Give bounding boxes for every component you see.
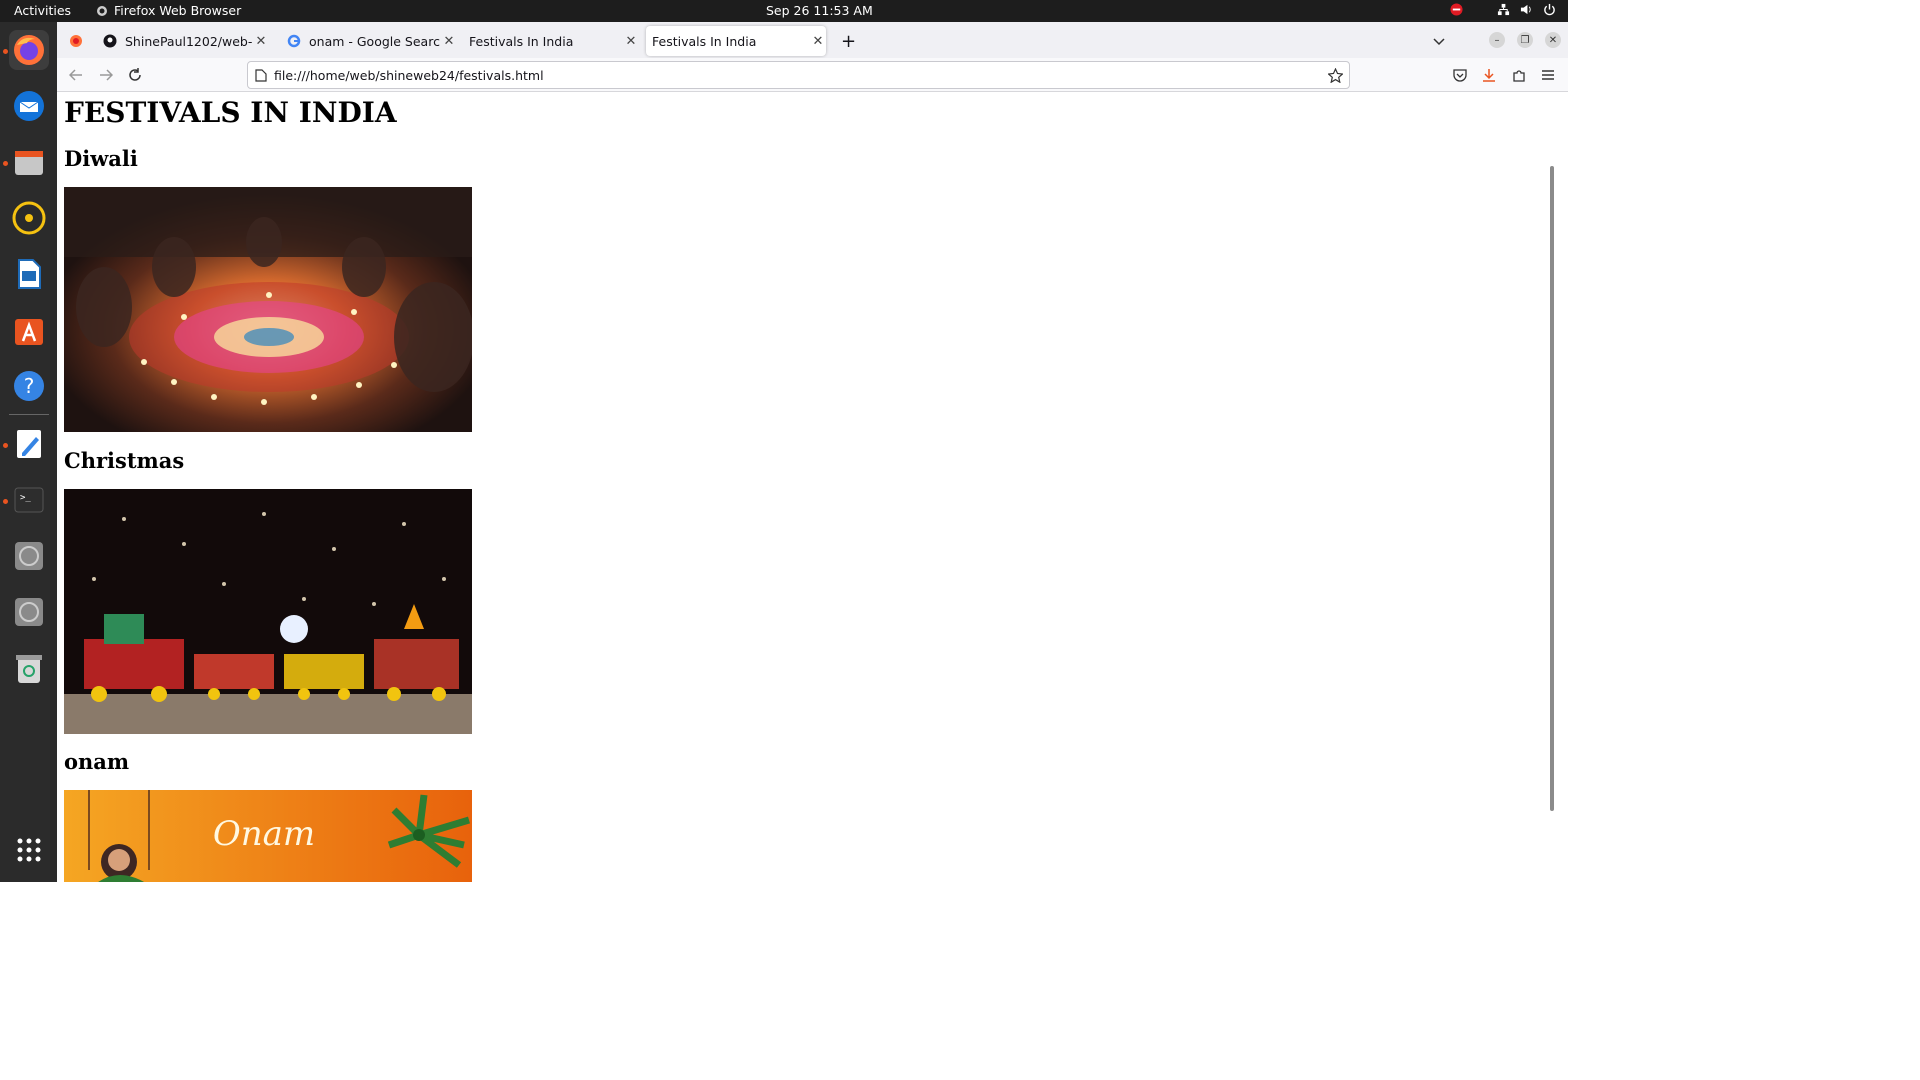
app-grid-icon [17,838,41,862]
section-heading-diwali: Diwali [64,146,138,171]
activities-button[interactable]: Activities [14,3,71,18]
writer-icon [18,259,41,289]
pocket-icon [1453,69,1467,82]
tab-title: Festivals In India [652,33,757,49]
system-tray[interactable] [1450,3,1556,16]
download-icon [1483,69,1495,82]
firefox-window: ShinePaul1202/web-prog ✕ onam - Google S… [57,22,1568,882]
reload-icon [129,68,141,81]
chevron-down-icon [1433,38,1445,46]
tab-google[interactable]: onam - Google Search ✕ [281,26,457,56]
onam-banner-text: Onam [213,814,315,854]
rhythmbox-icon [12,201,46,235]
downloads-button[interactable] [1479,65,1499,85]
navigation-toolbar: file:///home/web/shineweb24/festivals.ht… [57,58,1568,92]
page-scrollbar[interactable] [1550,166,1554,811]
hamburger-icon [1542,70,1554,80]
dock-rhythmbox[interactable] [9,198,49,238]
bookmark-star-icon[interactable] [1328,68,1343,83]
pocket-button[interactable] [1450,65,1470,85]
disc-icon [15,542,43,570]
dock-thunderbird[interactable] [9,86,49,126]
dock: ? >_ [0,22,57,882]
do-not-disturb-icon[interactable] [1450,3,1463,16]
puzzle-icon [1513,70,1525,82]
reload-button[interactable] [125,65,145,85]
section-heading-onam: onam [64,749,130,774]
back-arrow-icon [69,69,82,81]
show-apps-button[interactable] [9,830,49,870]
svg-text:>_: >_ [20,493,31,503]
forward-arrow-icon [100,69,113,81]
close-icon[interactable]: ✕ [253,34,269,49]
dock-disc-1[interactable] [9,536,49,576]
terminal-icon: >_ [14,487,44,513]
onam-image: Onam [64,790,472,882]
github-icon [103,34,117,48]
dock-terminal[interactable]: >_ [9,480,49,520]
menu-button[interactable] [1538,65,1558,85]
close-icon[interactable]: ✕ [441,34,457,49]
diwali-image [64,187,472,432]
list-all-tabs-button[interactable] [1427,26,1447,56]
url-text[interactable]: file:///home/web/shineweb24/festivals.ht… [274,68,544,83]
app-menu[interactable]: Firefox Web Browser [96,3,241,18]
app-center-icon [15,319,43,345]
dock-trash[interactable] [9,648,49,688]
christmas-image [64,489,472,734]
url-bar[interactable]: file:///home/web/shineweb24/festivals.ht… [247,61,1350,89]
page-icon [255,69,267,82]
trash-icon [16,655,42,683]
page-content: FESTIVALS IN INDIA Diwali Christmas onam… [57,92,1557,882]
page-title: FESTIVALS IN INDIA [64,96,397,129]
dock-text-editor[interactable] [9,424,49,464]
forward-button[interactable] [96,65,116,85]
close-window-button[interactable]: ✕ [1545,32,1561,48]
extensions-button[interactable] [1509,65,1529,85]
thunderbird-icon [14,91,44,121]
dock-files[interactable] [9,142,49,182]
new-tab-button[interactable]: + [835,26,859,56]
dock-writer[interactable] [9,254,49,294]
firefox-view-button[interactable] [63,26,91,56]
google-icon [287,34,301,48]
tab-title: Festivals In India [469,33,574,49]
clock[interactable]: Sep 26 11:53 AM [766,3,873,18]
firefox-small-icon [97,5,107,16]
app-name-label: Firefox Web Browser [114,3,242,18]
tab-title: ShinePaul1202/web-prog [125,33,253,49]
back-button[interactable] [66,65,86,85]
restore-button[interactable]: ❐ [1517,32,1533,48]
disc-icon [15,598,43,626]
close-icon[interactable]: ✕ [623,34,639,49]
firefox-view-icon [70,35,82,47]
dock-firefox[interactable] [9,30,49,70]
tab-festivals-active[interactable]: Festivals In India ✕ [646,26,826,56]
files-icon [15,151,43,175]
tab-title: onam - Google Search [309,33,441,49]
power-icon[interactable] [1543,3,1556,16]
tab-github[interactable]: ShinePaul1202/web-prog ✕ [97,26,269,56]
volume-icon[interactable] [1520,3,1533,16]
svg-text:?: ? [24,374,35,398]
firefox-icon [14,35,44,65]
dock-help[interactable]: ? [9,366,49,406]
tab-bar: ShinePaul1202/web-prog ✕ onam - Google S… [57,22,1568,58]
tab-festivals-1[interactable]: Festivals In India ✕ [463,26,639,56]
system-top-bar: Activities Firefox Web Browser Sep 26 11… [0,0,1568,22]
dock-disc-2[interactable] [9,592,49,632]
dock-app-center[interactable] [9,310,49,350]
help-icon: ? [14,371,44,401]
close-icon[interactable]: ✕ [810,34,826,49]
section-heading-christmas: Christmas [64,448,185,473]
network-icon[interactable] [1497,3,1510,16]
minimize-button[interactable]: – [1489,32,1505,48]
text-editor-icon [17,430,41,458]
